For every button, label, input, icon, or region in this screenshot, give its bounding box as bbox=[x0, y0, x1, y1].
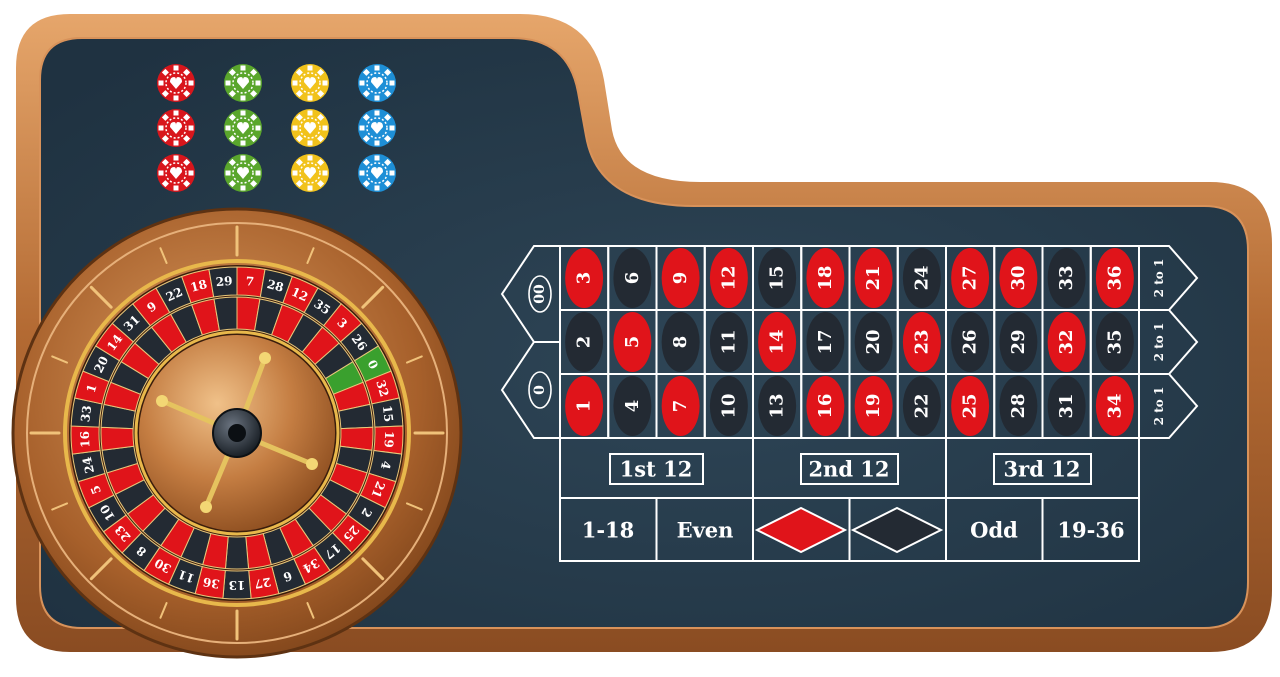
dozen-1-label: 1st 12 bbox=[620, 457, 693, 482]
number-label-24: 24 bbox=[911, 265, 932, 290]
dozen-3-label: 3rd 12 bbox=[1004, 457, 1081, 482]
number-label-28: 28 bbox=[1008, 393, 1029, 418]
dozen-2-label: 2nd 12 bbox=[808, 457, 889, 482]
column-bet-label-3: 2 to 1 bbox=[1152, 387, 1166, 426]
chip-2-1[interactable] bbox=[224, 64, 262, 102]
number-label-25: 25 bbox=[960, 393, 981, 418]
odd-bet-label: Odd bbox=[970, 518, 1018, 543]
chip-2-2[interactable] bbox=[224, 109, 262, 147]
column-bet-label-1: 2 to 1 bbox=[1152, 259, 1166, 298]
number-label-2: 2 bbox=[574, 336, 595, 349]
number-label-22: 22 bbox=[911, 393, 932, 418]
number-label-26: 26 bbox=[960, 329, 981, 354]
number-grid: 3216549871211101514131817162120192423222… bbox=[559, 245, 1140, 439]
column-bet-label-2: 2 to 1 bbox=[1152, 323, 1166, 362]
chip-2-3[interactable] bbox=[224, 154, 262, 192]
number-label-34: 34 bbox=[1104, 393, 1125, 418]
number-label-32: 32 bbox=[1056, 329, 1077, 354]
roulette-table: 00 0 3 2 1 6 5 4 9 8 7 12 11 10 15 14 13 18 17 16 21 20 19 24… bbox=[0, 0, 1280, 672]
number-label-31: 31 bbox=[1056, 393, 1077, 418]
number-label-1: 1 bbox=[574, 400, 595, 413]
wheel-number-36: 36 bbox=[202, 575, 221, 592]
number-label-33: 33 bbox=[1056, 265, 1077, 290]
wheel-number-27: 27 bbox=[253, 575, 272, 592]
chip-4-3[interactable] bbox=[358, 154, 396, 192]
number-label-27: 27 bbox=[960, 265, 981, 290]
number-label-17: 17 bbox=[815, 329, 836, 354]
number-label-36: 36 bbox=[1104, 265, 1125, 290]
chip-1-1[interactable] bbox=[157, 64, 195, 102]
wheel-number-33: 33 bbox=[78, 405, 94, 423]
number-label-10: 10 bbox=[718, 393, 739, 418]
number-label-16: 16 bbox=[815, 393, 836, 418]
number-label-18: 18 bbox=[815, 265, 836, 290]
wheel-number-19: 19 bbox=[382, 431, 397, 448]
chip-1-3[interactable] bbox=[157, 154, 195, 192]
number-label-4: 4 bbox=[622, 400, 643, 413]
number-label-14: 14 bbox=[767, 329, 788, 354]
number-label-6: 6 bbox=[622, 272, 643, 285]
number-label-5: 5 bbox=[622, 336, 643, 349]
number-label-12: 12 bbox=[718, 265, 739, 290]
number-label-13: 13 bbox=[767, 393, 788, 418]
number-label-9: 9 bbox=[670, 272, 691, 285]
chip-1-2[interactable] bbox=[157, 109, 195, 147]
roulette-table-svg: 00 0 32165498712111015141318171621201924… bbox=[11, 14, 1272, 659]
wheel-number-13: 13 bbox=[229, 578, 246, 592]
number-label-35: 35 bbox=[1104, 329, 1125, 354]
number-label-21: 21 bbox=[863, 265, 884, 290]
number-label-19: 19 bbox=[863, 393, 884, 418]
number-label-8: 8 bbox=[670, 336, 691, 349]
high-bet-label: 19-36 bbox=[1057, 518, 1124, 543]
wheel-number-7: 7 bbox=[245, 274, 255, 289]
number-label-30: 30 bbox=[1008, 265, 1029, 290]
roulette-wheel[interactable]: 0321519421225173462713361130823105241633… bbox=[11, 207, 463, 659]
number-label-15: 15 bbox=[767, 265, 788, 290]
chip-3-1[interactable] bbox=[291, 64, 329, 102]
wheel-number-29: 29 bbox=[215, 274, 233, 289]
chip-4-1[interactable] bbox=[358, 64, 396, 102]
wheel-turret-cap bbox=[228, 424, 246, 442]
number-label-11: 11 bbox=[718, 329, 739, 354]
even-bet-label: Even bbox=[677, 518, 734, 543]
low-bet-label: 1-18 bbox=[582, 518, 635, 543]
single-zero-label: 0 bbox=[532, 385, 548, 395]
number-label-20: 20 bbox=[863, 329, 884, 354]
double-zero-label: 00 bbox=[532, 284, 548, 304]
wheel-number-16: 16 bbox=[78, 431, 93, 448]
chip-3-3[interactable] bbox=[291, 154, 329, 192]
number-label-7: 7 bbox=[670, 400, 691, 413]
chip-4-2[interactable] bbox=[358, 109, 396, 147]
wheel-number-15: 15 bbox=[380, 405, 396, 423]
chip-3-2[interactable] bbox=[291, 109, 329, 147]
number-label-23: 23 bbox=[911, 329, 932, 354]
wheel-pocket-16 bbox=[100, 426, 135, 451]
number-label-29: 29 bbox=[1008, 329, 1029, 354]
wheel-pocket-13 bbox=[224, 536, 250, 570]
number-label-3: 3 bbox=[574, 272, 595, 285]
